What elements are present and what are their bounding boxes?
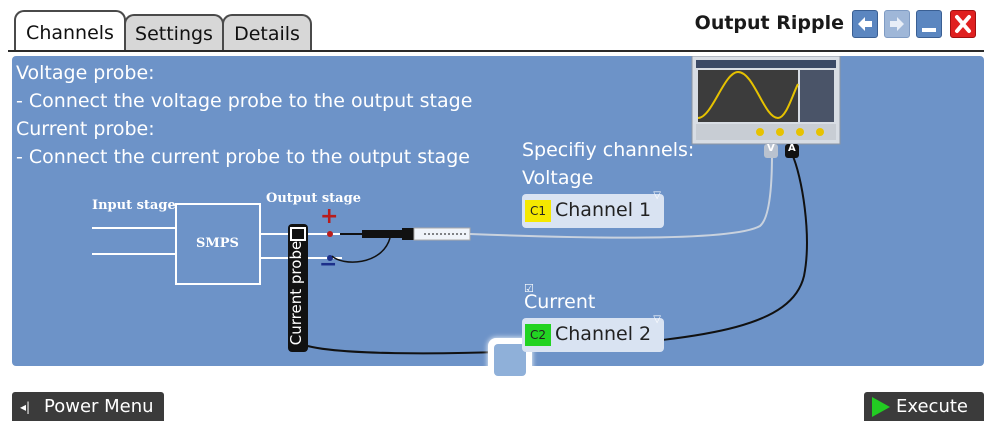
current-probe-label: Current probe [287, 240, 306, 346]
current-channel-value: Channel 2 [555, 323, 652, 345]
voltage-channel-value: Channel 1 [555, 199, 652, 221]
voltage-channel-label: Voltage [522, 167, 594, 189]
page-title: Output Ripple [694, 12, 844, 34]
play-icon [872, 397, 890, 417]
voltage-channel-select[interactable]: C1 Channel 1 ▽ [522, 190, 664, 228]
c2-badge: C2 [525, 324, 551, 346]
execute-label: Execute [896, 396, 968, 417]
execute-button[interactable]: Execute [864, 392, 984, 421]
port-a-label: A [788, 143, 796, 154]
minimize-icon [922, 28, 936, 32]
oscilloscope-thumbnail [691, 56, 841, 145]
caret-left-icon: ◂| [20, 400, 31, 414]
voltage-probe-body [362, 230, 402, 238]
close-button[interactable] [950, 10, 976, 38]
current-channel-select[interactable]: C2 Channel 2 ▽ [522, 314, 664, 352]
tab-underline [8, 50, 984, 52]
output-plus-node [327, 231, 333, 237]
channels-panel: Voltage probe: - Connect the voltage pro… [12, 56, 984, 382]
plus-label: + [320, 204, 339, 229]
current-channel-label: Current [524, 291, 596, 313]
smps-label: SMPS [196, 236, 239, 251]
close-icon [955, 15, 971, 33]
dropdown-arrow-icon: ▽ [653, 314, 661, 325]
back-button[interactable] [852, 10, 878, 38]
tab-settings[interactable]: Settings [124, 14, 224, 50]
title-bar: Settings Details Channels Output Ripple [0, 0, 984, 56]
output-stage-label: Output stage [266, 191, 361, 206]
back-icon [858, 17, 872, 31]
minus-label: − [319, 252, 338, 277]
c1-badge: C1 [525, 200, 551, 222]
power-menu-label: Power Menu [44, 396, 154, 417]
dropdown-arrow-icon: ▽ [653, 190, 661, 201]
tab-channels[interactable]: Channels [14, 10, 126, 52]
forward-icon [890, 17, 904, 31]
tab-details[interactable]: Details [222, 14, 312, 50]
power-menu-button[interactable]: ◂| Power Menu [12, 392, 164, 421]
minimize-button[interactable] [916, 10, 942, 38]
specify-channels-heading: Specifiy channels: [522, 139, 695, 161]
forward-button[interactable] [884, 10, 910, 38]
voltage-probe-grip [402, 228, 414, 240]
port-v-label: V [767, 143, 775, 154]
input-stage-label: Input stage [92, 198, 176, 213]
